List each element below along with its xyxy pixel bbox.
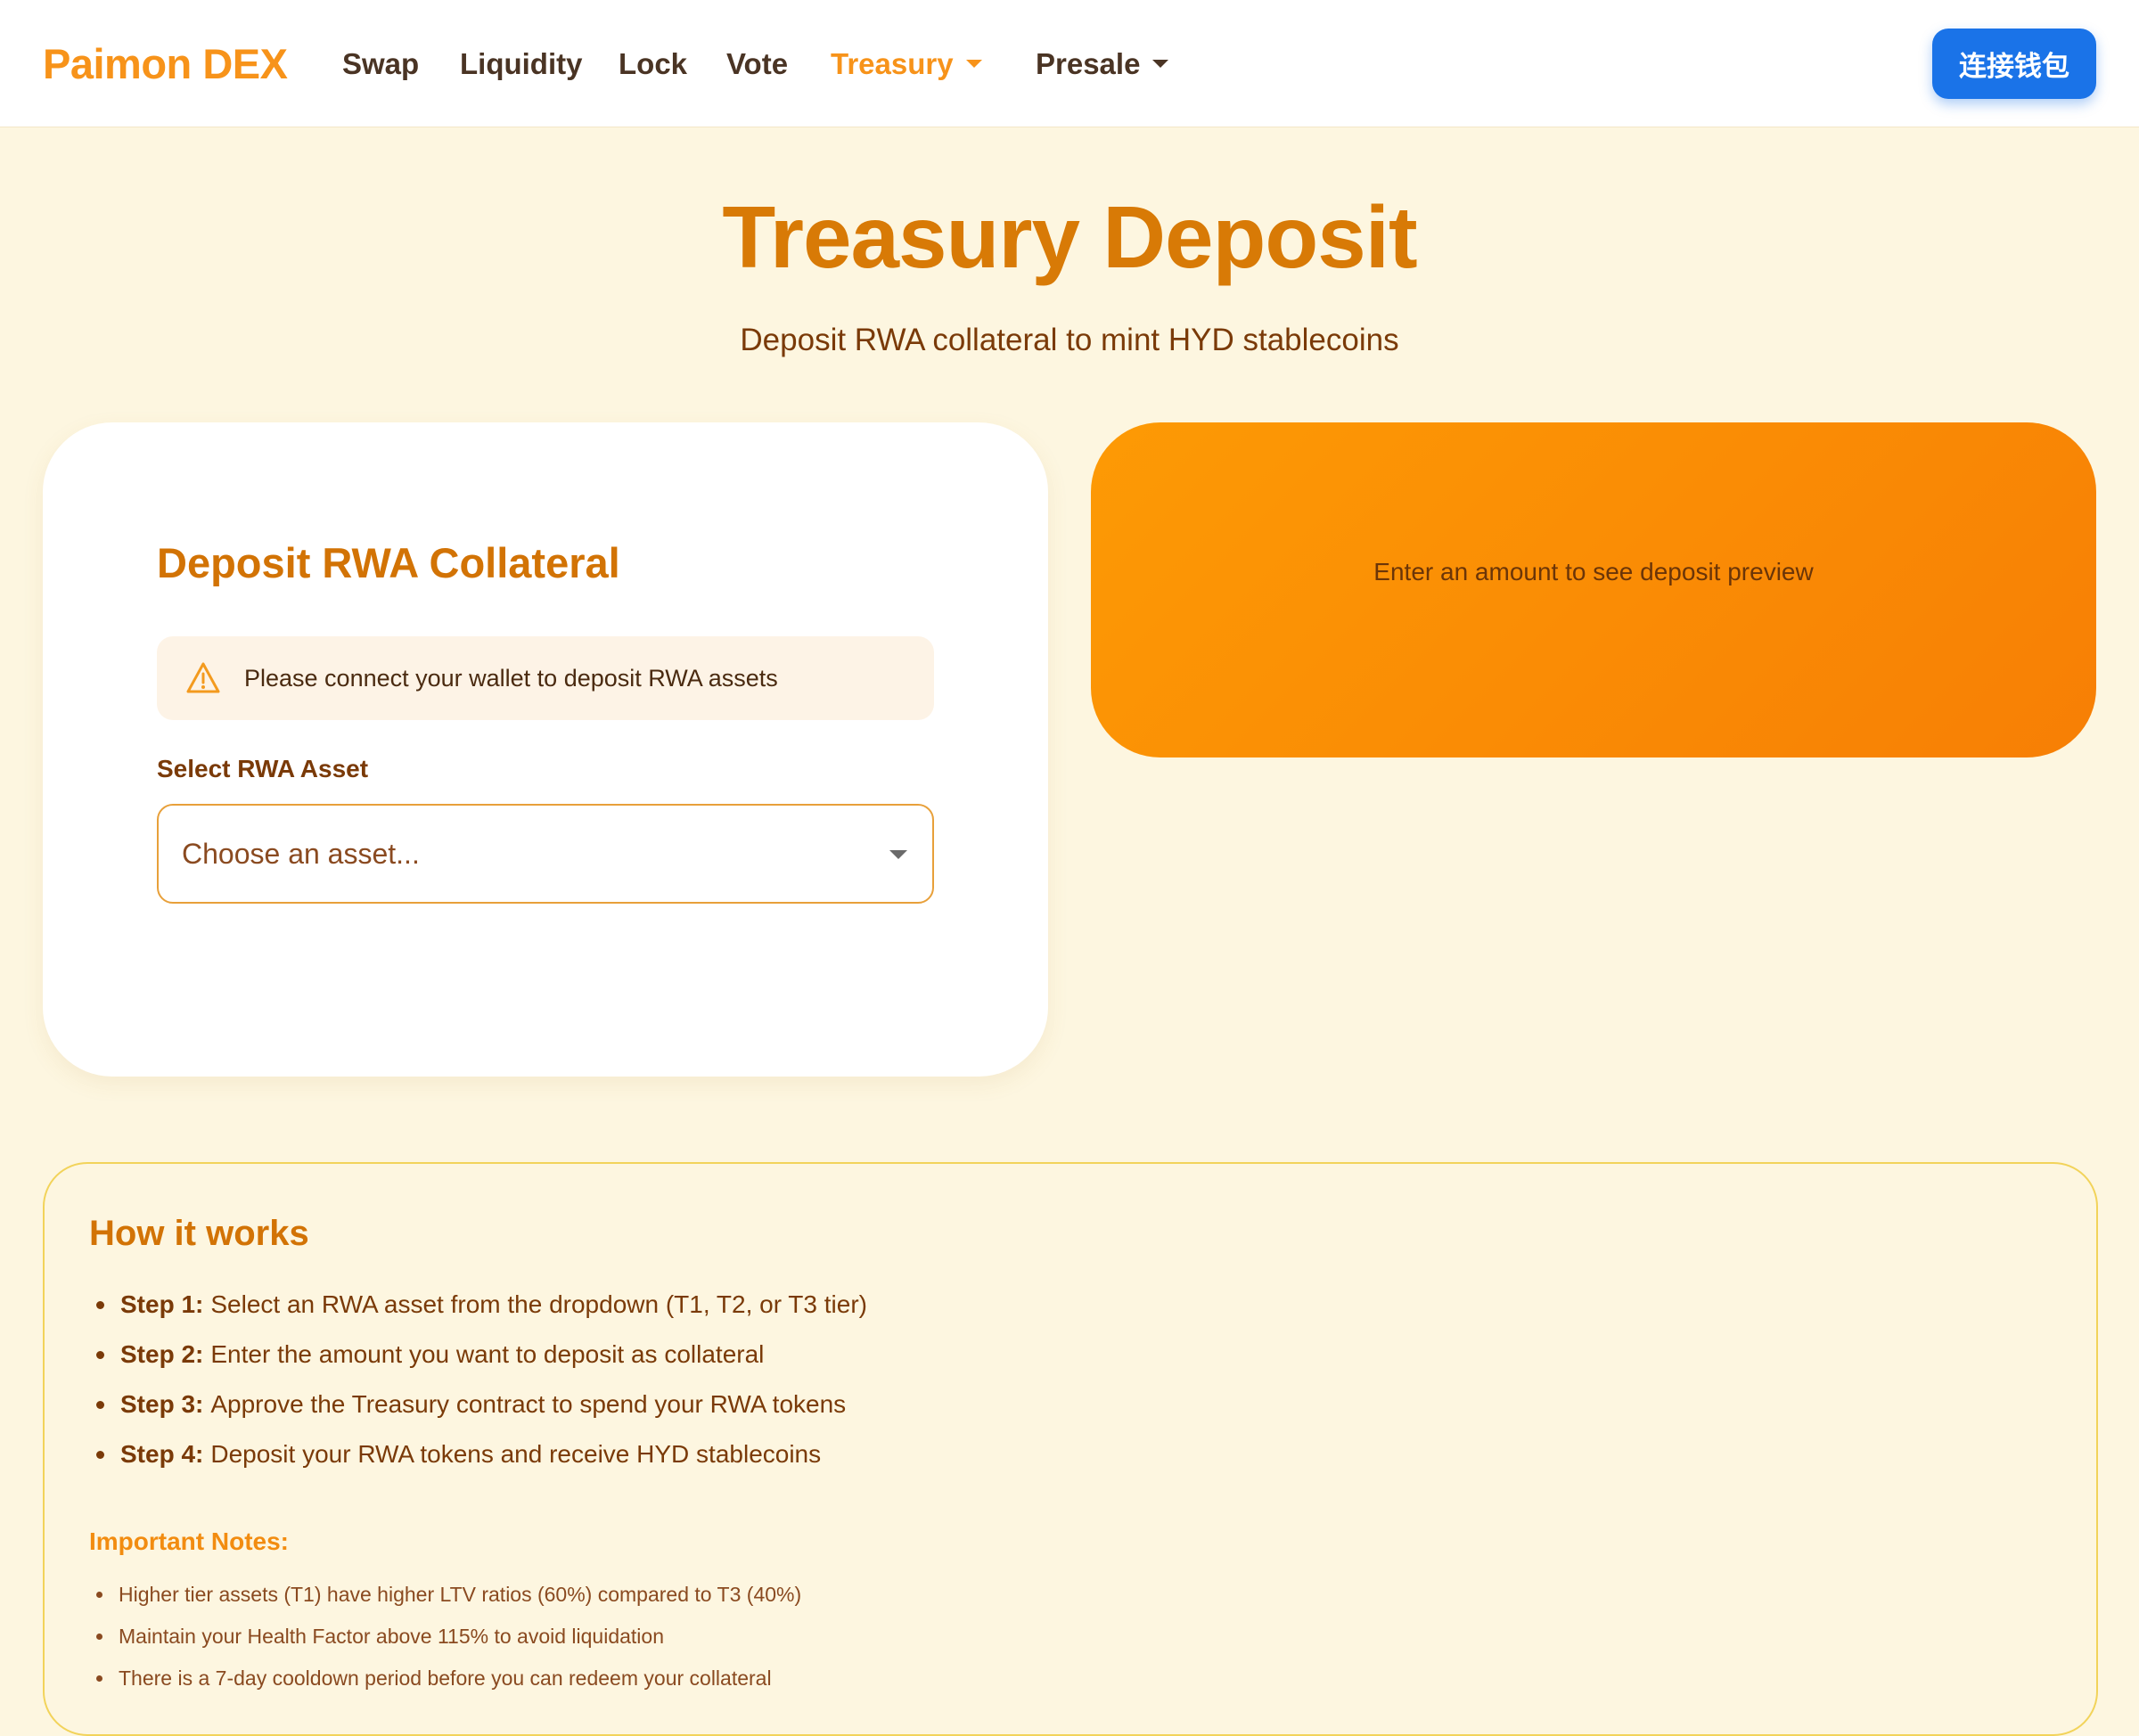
step-text: Deposit your RWA tokens and receive HYD … xyxy=(210,1440,822,1468)
how-it-works-title: How it works xyxy=(89,1214,309,1253)
chevron-down-icon xyxy=(889,850,907,859)
how-it-works-panel: How it works Step 1: Select an RWA asset … xyxy=(43,1162,2098,1736)
chevron-down-icon xyxy=(1152,59,1169,68)
note-text: Higher tier assets (T1) have higher LTV … xyxy=(119,1583,802,1606)
deposit-preview-card: Enter an amount to see deposit preview xyxy=(1091,422,2096,757)
bullet xyxy=(96,1675,102,1682)
list-item: Step 4: Deposit your RWA tokens and recei… xyxy=(89,1429,867,1479)
asset-select-label: Select RWA Asset xyxy=(157,755,369,782)
nav-item-liquidity[interactable]: Liquidity xyxy=(460,47,582,81)
nav-item-vote[interactable]: Vote xyxy=(726,47,788,81)
chevron-down-icon xyxy=(965,59,982,68)
step-label: Step 4: xyxy=(120,1440,204,1468)
note-text: Maintain your Health Factor above 115% t… xyxy=(119,1625,664,1648)
nav-item-presale-label: Presale xyxy=(1036,47,1141,80)
nav-item-treasury-label: Treasury xyxy=(831,47,954,80)
step-label: Step 1: xyxy=(120,1290,204,1318)
bullet xyxy=(96,1634,102,1640)
bullet xyxy=(96,1400,104,1409)
list-item: There is a 7-day cooldown period before … xyxy=(89,1658,801,1699)
nav-item-swap[interactable]: Swap xyxy=(342,47,419,81)
steps-list: Step 1: Select an RWA asset from the drop… xyxy=(89,1280,867,1479)
connect-wallet-alert: Please connect your wallet to deposit RW… xyxy=(157,636,934,720)
connect-wallet-button[interactable]: 连接钱包 xyxy=(1932,29,2096,99)
bullet xyxy=(96,1300,104,1309)
important-notes-title: Important Notes: xyxy=(89,1527,289,1555)
list-item: Step 1: Select an RWA asset from the drop… xyxy=(89,1280,867,1330)
nav-item-presale[interactable]: Presale xyxy=(1036,47,1169,81)
asset-select-value: Choose an asset... xyxy=(182,837,420,870)
deposit-card: Deposit RWA Collateral Please connect yo… xyxy=(43,422,1048,1077)
warning-triangle-icon xyxy=(186,662,220,693)
step-label: Step 3: xyxy=(120,1390,204,1418)
bullet xyxy=(96,1450,104,1459)
page-title: Treasury Deposit xyxy=(722,188,1417,286)
deposit-preview-text: Enter an amount to see deposit preview xyxy=(1373,558,1814,585)
asset-select[interactable]: Choose an asset... xyxy=(157,804,934,904)
page-subtitle: Deposit RWA collateral to mint HYD stabl… xyxy=(740,323,1399,357)
list-item: Step 3: Approve the Treasury contract to … xyxy=(89,1380,867,1429)
step-text: Select an RWA asset from the dropdown (T… xyxy=(210,1290,867,1318)
list-item: Higher tier assets (T1) have higher LTV … xyxy=(89,1574,801,1616)
bullet xyxy=(96,1350,104,1359)
top-navbar: Paimon DEX Swap Liquidity Lock Vote Trea… xyxy=(0,0,2139,127)
list-item: Maintain your Health Factor above 115% t… xyxy=(89,1616,801,1658)
nav-item-treasury[interactable]: Treasury xyxy=(831,47,982,81)
alert-text: Please connect your wallet to deposit RW… xyxy=(244,664,778,692)
note-text: There is a 7-day cooldown period before … xyxy=(119,1666,772,1690)
bullet xyxy=(96,1592,102,1598)
deposit-card-title: Deposit RWA Collateral xyxy=(157,539,620,586)
step-label: Step 2: xyxy=(120,1340,204,1368)
notes-list: Higher tier assets (T1) have higher LTV … xyxy=(89,1574,801,1699)
list-item: Step 2: Enter the amount you want to depo… xyxy=(89,1330,867,1380)
logo[interactable]: Paimon DEX xyxy=(43,39,288,88)
nav-item-lock[interactable]: Lock xyxy=(619,47,687,81)
step-text: Enter the amount you want to deposit as … xyxy=(210,1340,765,1368)
step-text: Approve the Treasury contract to spend y… xyxy=(210,1390,847,1418)
